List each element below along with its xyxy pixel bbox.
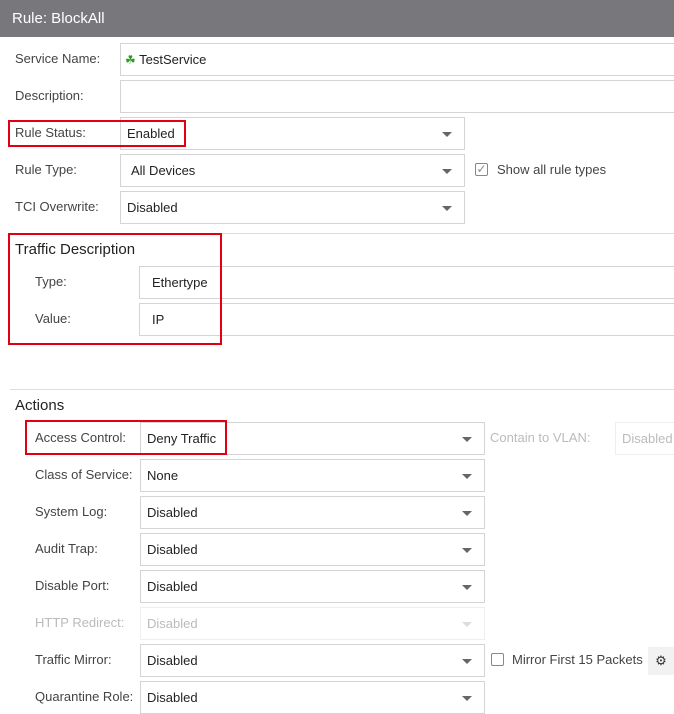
audit-trap-select[interactable]: Disabled bbox=[140, 533, 485, 566]
tci-overwrite-select[interactable]: Disabled bbox=[120, 191, 465, 224]
description-label: Description: bbox=[15, 88, 84, 103]
chevron-down-icon bbox=[462, 696, 472, 701]
quarantine-role-label: Quarantine Role: bbox=[35, 689, 134, 704]
traffic-mirror-select[interactable]: Disabled bbox=[140, 644, 485, 677]
traffic-mirror-label: Traffic Mirror: bbox=[35, 652, 112, 667]
gear-icon[interactable]: ⚙ bbox=[648, 647, 674, 675]
chevron-down-icon bbox=[462, 659, 472, 664]
highlight-box bbox=[25, 420, 227, 455]
tci-overwrite-label: TCI Overwrite: bbox=[15, 199, 99, 214]
http-redirect-label: HTTP Redirect: bbox=[35, 615, 125, 630]
chevron-down-icon bbox=[462, 548, 472, 553]
dialog-title: Rule: BlockAll bbox=[0, 0, 674, 37]
highlight-box bbox=[8, 233, 222, 345]
divider bbox=[220, 233, 674, 234]
contain-to-vlan-select[interactable]: Disabled bbox=[615, 422, 674, 455]
chevron-down-icon bbox=[462, 622, 472, 627]
rule-type-select[interactable]: All Devices bbox=[120, 154, 465, 187]
http-redirect-select[interactable]: Disabled bbox=[140, 607, 485, 640]
chevron-down-icon bbox=[442, 206, 452, 211]
mirror-first-packets-label: Mirror First 15 Packets bbox=[512, 652, 643, 667]
contain-to-vlan-label: Contain to VLAN: bbox=[490, 430, 591, 445]
chevron-down-icon bbox=[462, 474, 472, 479]
chevron-down-icon bbox=[442, 132, 452, 137]
mirror-first-packets-checkbox[interactable] bbox=[491, 653, 504, 666]
system-log-select[interactable]: Disabled bbox=[140, 496, 485, 529]
actions-title: Actions bbox=[15, 397, 65, 414]
show-all-rule-types-label: Show all rule types bbox=[497, 162, 607, 177]
service-name-field[interactable]: ☘ TestService bbox=[120, 43, 674, 76]
service-name-label: Service Name: bbox=[15, 51, 101, 66]
disable-port-select[interactable]: Disabled bbox=[140, 570, 485, 603]
audit-trap-label: Audit Trap: bbox=[35, 541, 98, 556]
show-all-rule-types-checkbox[interactable]: ✓ bbox=[475, 163, 488, 176]
rule-type-label: Rule Type: bbox=[15, 162, 77, 177]
class-of-service-select[interactable]: None bbox=[140, 459, 485, 492]
chevron-down-icon bbox=[462, 437, 472, 442]
chevron-down-icon bbox=[442, 169, 452, 174]
disable-port-label: Disable Port: bbox=[35, 578, 110, 593]
class-of-service-label: Class of Service: bbox=[35, 467, 133, 482]
divider bbox=[10, 389, 674, 390]
service-icon: ☘ bbox=[125, 53, 136, 67]
quarantine-role-select[interactable]: Disabled bbox=[140, 681, 485, 714]
chevron-down-icon bbox=[462, 511, 472, 516]
chevron-down-icon bbox=[462, 585, 472, 590]
system-log-label: System Log: bbox=[35, 504, 108, 519]
description-input[interactable] bbox=[120, 80, 674, 113]
highlight-box bbox=[8, 120, 186, 147]
